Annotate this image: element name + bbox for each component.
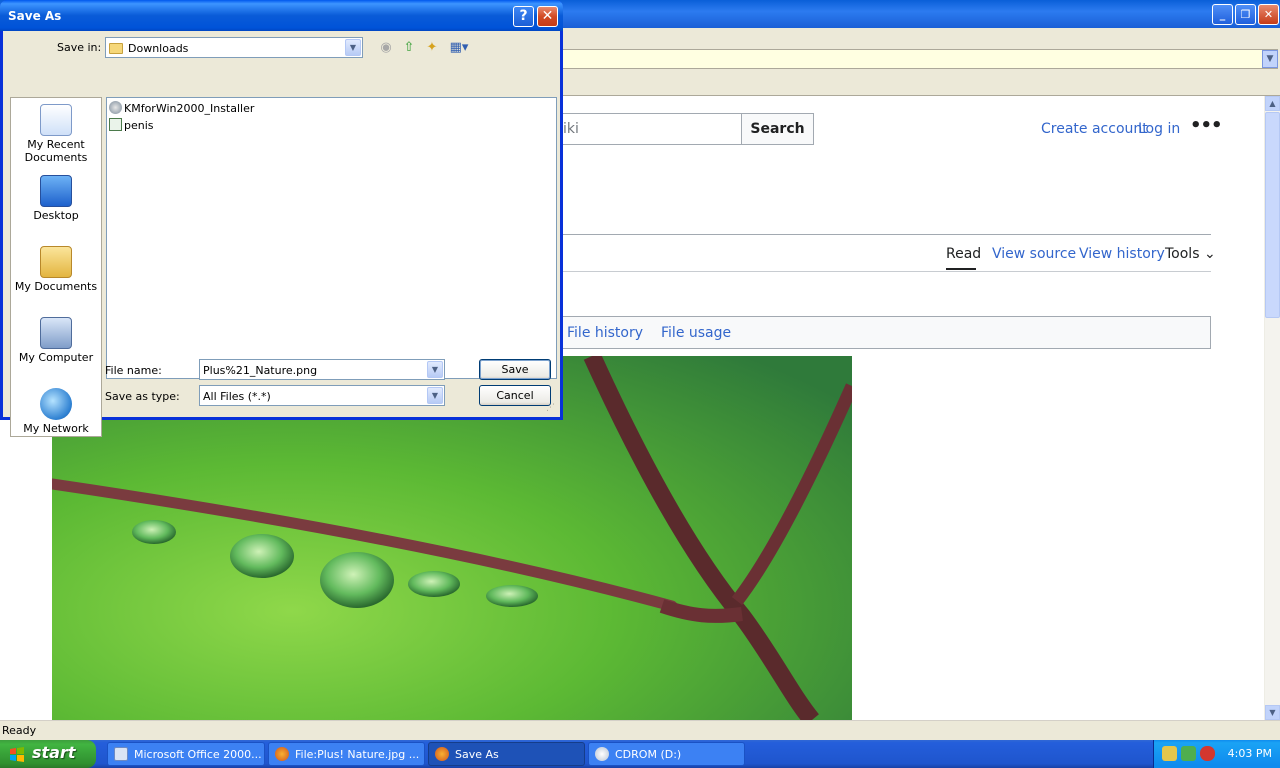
computer-icon xyxy=(40,317,72,349)
browser-close-button[interactable]: ✕ xyxy=(1258,4,1279,25)
windows-flag-icon xyxy=(10,747,24,762)
place-label: My Documents xyxy=(14,280,98,293)
chevron-down-icon[interactable]: ▼ xyxy=(427,387,443,404)
dialog-body: Save in: Downloads ▼ ◉ ⇧ ✦ ▦▾ My Recent … xyxy=(3,31,560,437)
vertical-scrollbar[interactable]: ▲ ▼ xyxy=(1264,96,1280,720)
firefox-icon xyxy=(275,747,289,761)
restore-button[interactable]: ❐ xyxy=(1235,4,1256,25)
scroll-down-icon[interactable]: ▼ xyxy=(1265,705,1280,720)
clock: 4:03 PM xyxy=(1227,747,1272,760)
task-label: File:Plus! Nature.jpg ... xyxy=(295,748,420,761)
taskbar: start Microsoft Office 2000... File:Plus… xyxy=(0,740,1280,768)
minimize-button[interactable]: _ xyxy=(1212,4,1233,25)
file-usage-link[interactable]: File usage xyxy=(661,325,731,341)
clock-document-icon xyxy=(40,104,72,136)
network-globe-icon xyxy=(40,388,72,420)
start-label: start xyxy=(32,743,76,762)
header-divider xyxy=(540,234,1211,235)
place-my-network[interactable]: My Network xyxy=(11,388,101,435)
save-in-value: Downloads xyxy=(128,42,189,55)
tray-shield-icon[interactable] xyxy=(1200,746,1215,761)
more-menu-icon[interactable]: ••• xyxy=(1190,115,1223,136)
office-icon xyxy=(114,747,128,761)
water-drop xyxy=(320,552,394,608)
cdrom-icon xyxy=(595,747,609,761)
tray-network-icon[interactable] xyxy=(1162,746,1177,761)
resize-grip-icon[interactable]: ⋰ xyxy=(546,403,558,415)
chevron-down-icon[interactable]: ▼ xyxy=(345,39,361,56)
log-in-link[interactable]: Log in xyxy=(1138,121,1180,137)
status-text: Ready xyxy=(2,724,37,737)
back-icon[interactable]: ◉ xyxy=(377,39,395,57)
start-button[interactable]: start xyxy=(0,740,96,768)
file-name: KMforWin2000_Installer xyxy=(124,102,255,115)
file-list[interactable]: KMforWin2000_Installer penis xyxy=(106,97,557,379)
scroll-thumb[interactable] xyxy=(1265,112,1280,318)
wiki-search-button[interactable]: Search xyxy=(741,113,814,145)
water-drop xyxy=(230,534,294,578)
active-tab-indicator xyxy=(946,268,976,270)
water-drop xyxy=(132,520,176,544)
file-name: penis xyxy=(124,119,154,132)
file-name-label: File name: xyxy=(105,364,162,377)
file-name-value: Plus%21_Nature.png xyxy=(203,364,318,377)
wiki-search-input[interactable]: iki xyxy=(540,113,742,145)
list-item[interactable]: penis xyxy=(109,118,154,132)
place-my-computer[interactable]: My Computer xyxy=(11,317,101,364)
place-label: Desktop xyxy=(33,209,79,222)
up-folder-icon[interactable]: ⇧ xyxy=(400,39,418,57)
save-as-type-select[interactable]: All Files (*.*) ▼ xyxy=(199,385,445,406)
save-as-dialog: Save As ? ✕ Save in: Downloads ▼ ◉ ⇧ ✦ ▦… xyxy=(0,0,563,437)
place-recent-documents[interactable]: My Recent Documents xyxy=(11,104,101,164)
place-label: My Network xyxy=(23,422,89,435)
place-desktop[interactable]: Desktop xyxy=(11,175,101,222)
water-drop xyxy=(486,585,538,607)
close-button[interactable]: ✕ xyxy=(537,6,558,27)
image-file-icon xyxy=(109,118,122,131)
firefox-icon xyxy=(435,747,449,761)
dialog-title: Save As xyxy=(8,9,62,23)
tray-security-icon[interactable] xyxy=(1181,746,1196,761)
new-folder-icon[interactable]: ✦ xyxy=(423,39,441,57)
file-history-link[interactable]: File history xyxy=(567,325,643,341)
place-my-documents[interactable]: My Documents xyxy=(11,246,101,293)
task-save-as[interactable]: Save As xyxy=(428,742,585,766)
save-as-type-value: All Files (*.*) xyxy=(203,390,271,403)
tab-view-source[interactable]: View source xyxy=(992,246,1076,262)
address-dropdown-button[interactable]: ▼ xyxy=(1262,50,1278,68)
create-account-link[interactable]: Create account xyxy=(1041,121,1148,137)
file-name-input[interactable]: Plus%21_Nature.png ▼ xyxy=(199,359,445,380)
system-tray: 4:03 PM xyxy=(1153,740,1280,768)
documents-folder-icon xyxy=(40,246,72,278)
tabs-divider xyxy=(540,271,1211,272)
cancel-button[interactable]: Cancel xyxy=(479,385,551,406)
task-cdrom[interactable]: CDROM (D:) xyxy=(588,742,745,766)
places-bar: My Recent Documents Desktop My Documents… xyxy=(10,97,102,437)
status-bar: Ready xyxy=(0,720,1280,740)
save-in-select[interactable]: Downloads ▼ xyxy=(105,37,363,58)
task-label: CDROM (D:) xyxy=(615,748,682,761)
list-item[interactable]: KMforWin2000_Installer xyxy=(109,101,254,115)
place-label: My Recent Documents xyxy=(24,138,88,164)
folder-icon xyxy=(109,43,123,54)
dialog-titlebar[interactable]: Save As ? ✕ xyxy=(0,0,563,31)
water-drop xyxy=(408,571,460,597)
scroll-up-icon[interactable]: ▲ xyxy=(1265,96,1280,111)
tab-view-history[interactable]: View history xyxy=(1079,246,1165,262)
views-menu-icon[interactable]: ▦▾ xyxy=(447,39,471,57)
help-button[interactable]: ? xyxy=(513,6,534,27)
save-in-label: Save in: xyxy=(57,41,102,54)
task-office[interactable]: Microsoft Office 2000... xyxy=(107,742,265,766)
save-as-type-label: Save as type: xyxy=(105,390,180,403)
chevron-down-icon[interactable]: ▼ xyxy=(427,361,443,378)
save-button[interactable]: Save xyxy=(479,359,551,380)
place-label: My Computer xyxy=(18,351,94,364)
task-label: Save As xyxy=(455,748,499,761)
tab-read[interactable]: Read xyxy=(946,246,981,262)
tab-tools[interactable]: Tools ⌄ xyxy=(1165,246,1216,262)
task-label: Microsoft Office 2000... xyxy=(134,748,262,761)
task-browser[interactable]: File:Plus! Nature.jpg ... xyxy=(268,742,425,766)
desktop-icon xyxy=(40,175,72,207)
installer-icon xyxy=(109,101,122,114)
